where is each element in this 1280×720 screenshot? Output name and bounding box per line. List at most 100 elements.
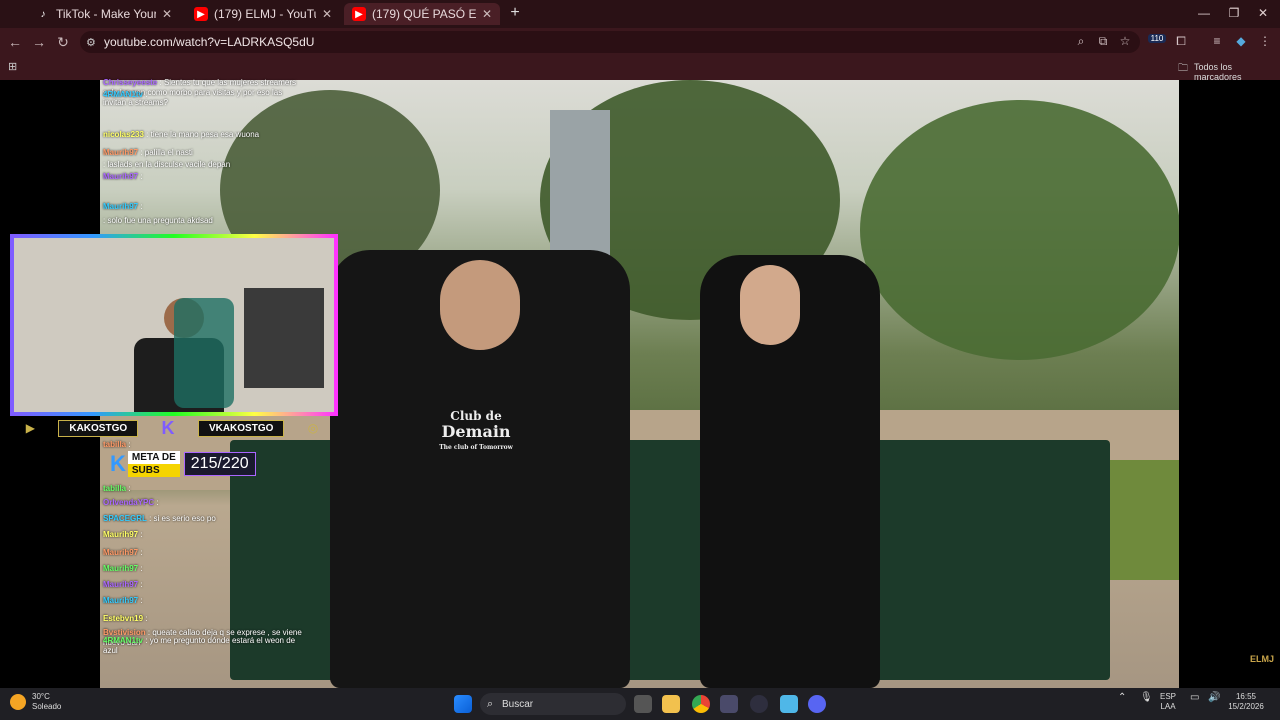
start-button[interactable]	[454, 695, 472, 713]
chat-username: SPACEGRL	[103, 514, 147, 523]
close-icon[interactable]: ✕	[322, 7, 332, 21]
chat-message: Maurih97 :	[103, 530, 143, 539]
tab-title: TikTok - Make Your Day	[56, 7, 156, 21]
back-button[interactable]: ←	[6, 34, 24, 50]
chat-username: Chrisseyeeste	[103, 78, 158, 87]
media-controls-icon[interactable]: ≡	[1208, 34, 1226, 48]
chat-username: Maurih97	[103, 596, 139, 605]
instagram-icon: ◎	[307, 421, 319, 435]
apps-grid-icon[interactable]: ⊞	[8, 60, 17, 73]
extension-badge[interactable]: 110	[1148, 34, 1166, 43]
install-app-icon[interactable]: ⧉	[1094, 34, 1112, 49]
all-bookmarks-link[interactable]: Todos los marcadores	[1194, 62, 1280, 82]
chat-username: Maurih97	[103, 548, 139, 557]
chat-message: 4RMAN1tv : yo me pregunto dónde estará e…	[103, 636, 296, 655]
tab-kickc-video[interactable]: ▶ (179) QUÉ PASÓ EN KICKC ✕	[344, 3, 500, 25]
search-placeholder: Buscar	[502, 698, 534, 710]
bookmark-star-icon[interactable]: ☆	[1116, 34, 1134, 48]
close-icon[interactable]: ✕	[482, 7, 492, 21]
language-line-1: ESP	[1160, 692, 1177, 701]
chat-message: : laslads en la disculse vacile depan	[103, 160, 231, 169]
close-icon[interactable]: ✕	[162, 7, 172, 21]
steam-icon[interactable]	[750, 695, 768, 713]
goal-label: META DE SUBS	[127, 451, 180, 477]
new-tab-button[interactable]: +	[505, 4, 525, 22]
microphone-icon[interactable]: 🎙	[1140, 692, 1153, 703]
chat-username: 4RMAN1tv	[103, 636, 144, 645]
chat-message: : solo fue una pregunta akdsad	[103, 216, 213, 225]
chat-username: Maurih97	[103, 580, 139, 589]
taskbar-search[interactable]: ⌕ Buscar	[480, 693, 626, 715]
site-info-icon[interactable]: ⚙	[86, 36, 96, 49]
chat-username: Maurih97	[103, 530, 139, 539]
youtube-handle: KAKOSTGO	[58, 419, 139, 437]
tab-elmj-youtube[interactable]: ▶ (179) ELMJ - YouTube ✕	[186, 3, 340, 25]
tab-title: (179) QUÉ PASÓ EN KICKC	[372, 7, 476, 21]
app-icon[interactable]	[780, 695, 798, 713]
chat-username: Maurih97	[103, 172, 139, 181]
chat-username: Maurih97	[103, 148, 139, 157]
address-bar[interactable]: ⚙ youtube.com/watch?v=LADRKASQ5dU	[80, 31, 1140, 53]
folder-icon: 🗀	[1178, 63, 1188, 74]
chat-message: SPACEGRL : si es serio eso po	[103, 514, 216, 523]
minimize-button[interactable]: —	[1194, 6, 1214, 20]
temperature: 30°C	[32, 692, 50, 701]
tree	[860, 100, 1179, 360]
goal-label-line-1: META DE	[127, 451, 180, 464]
weather-condition: Soleado	[32, 702, 62, 711]
chat-message: tabilla :	[103, 484, 131, 493]
app-icon[interactable]	[720, 695, 738, 713]
zoom-icon[interactable]: ⌕	[1072, 34, 1090, 49]
man-in-black: Club de Demain The club of Tomorrow	[330, 250, 630, 688]
chevron-up-icon[interactable]: ⌃	[1118, 692, 1126, 703]
chat-username: Maurih97	[103, 564, 139, 573]
chat-username: tabilla	[103, 440, 127, 449]
chat-message: Maurih97 :	[103, 548, 143, 557]
chat-message: Maurih97 : palilla el nasti	[103, 148, 193, 157]
chat-text: palilla el nasti	[144, 148, 193, 157]
building	[550, 110, 610, 270]
instagram-handle: VKAKOSTGO	[197, 419, 285, 437]
url-text: youtube.com/watch?v=LADRKASQ5dU	[104, 35, 315, 49]
chat-message: Maurih97 :	[103, 564, 143, 573]
chrome-icon[interactable]	[692, 695, 710, 713]
chat-message: 4RMAN1tv :	[103, 90, 148, 99]
forward-button[interactable]: →	[30, 34, 48, 50]
volume-icon[interactable]: 🔊	[1208, 692, 1220, 703]
youtube-icon: ▶	[194, 7, 208, 21]
date: 15/2/2026	[1228, 702, 1264, 711]
network-icon[interactable]: ▭	[1190, 692, 1199, 703]
reload-button[interactable]: ↻	[54, 34, 72, 51]
language-indicator[interactable]: ESP LAA	[1160, 692, 1176, 712]
file-explorer-icon[interactable]	[662, 695, 680, 713]
weather-widget[interactable]: 30°C Soleado	[10, 692, 61, 712]
restore-button[interactable]: ❐	[1224, 6, 1244, 20]
close-window-button[interactable]: ✕	[1253, 6, 1273, 20]
woman-in-black	[700, 255, 880, 688]
menu-icon[interactable]: ⋮	[1256, 34, 1274, 48]
sun-icon	[10, 694, 26, 710]
search-icon: ⌕	[487, 697, 494, 710]
extensions-icon[interactable]: ⧠	[1172, 34, 1190, 49]
chat-text: si es serio eso po	[153, 514, 216, 523]
chat-username: 4RMAN1tv	[103, 90, 144, 99]
tiktok-icon: ♪	[40, 8, 46, 20]
k-logo: K	[161, 417, 175, 438]
youtube-icon: ▶	[25, 421, 35, 435]
shelf	[244, 288, 324, 388]
clock[interactable]: 16:55 15/2/2026	[1226, 692, 1266, 712]
task-view-icon[interactable]	[634, 695, 652, 713]
shirt-line-3: The club of Tomorrow	[439, 444, 513, 451]
chat-message: tabilla :	[103, 440, 131, 449]
tab-tiktok[interactable]: ♪ TikTok - Make Your Day ✕	[28, 3, 180, 25]
subs-goal: K META DE SUBS 215/220	[110, 450, 262, 478]
tab-title: (179) ELMJ - YouTube	[214, 7, 316, 21]
language-line-2: LAA	[1160, 702, 1176, 711]
profile-icon[interactable]: ◆	[1232, 34, 1250, 48]
chat-message: Maurih97 :	[103, 580, 143, 589]
goal-count: 215/220	[183, 452, 256, 476]
face	[740, 265, 800, 345]
bookmarks-bar: ⊞ 🗀 Todos los marcadores	[0, 56, 1280, 82]
chat-message: nicolas233 : tiene la mano pesa esa wuon…	[103, 130, 260, 139]
discord-icon[interactable]	[808, 695, 826, 713]
